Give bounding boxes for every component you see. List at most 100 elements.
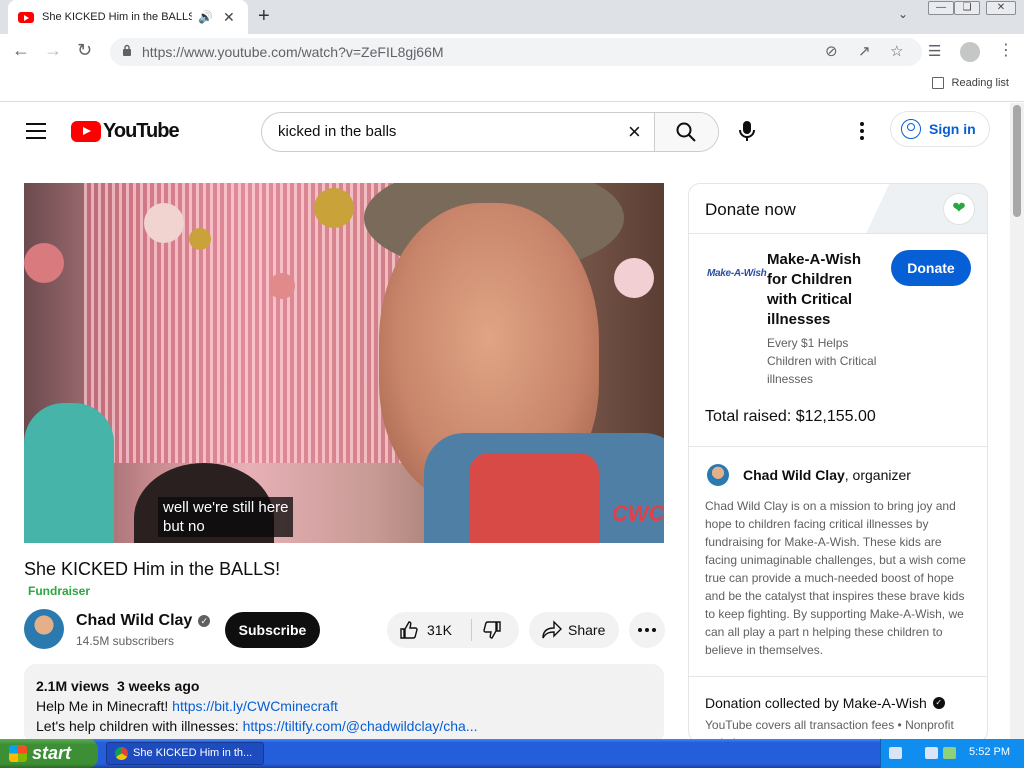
nonprofit-tagline: Every $1 Helps Children with Critical il… [767,336,877,386]
network-icon[interactable] [925,747,938,759]
url-text: https://www.youtube.com/watch?v=ZeFIL8gj… [142,44,444,60]
bookmark-star-icon[interactable]: ☆ [890,42,903,60]
video-balloon [24,243,64,283]
upload-age: 3 weeks ago [116,678,200,694]
like-dislike-group: 31K [387,612,519,648]
video-player[interactable]: well we're still here but no CWC [24,183,664,543]
browser-toolbar: ← → ↻ https://www.youtube.com/watch?v=Ze… [0,34,1024,70]
system-tray: 5:52 PM [880,739,1024,768]
start-button[interactable]: start [0,739,98,768]
channel-name-link[interactable]: Chad Wild Clay ✓ [76,612,211,630]
description-text: Let's help children with illnesses: [36,718,243,734]
subscribe-button[interactable]: Subscribe [225,612,320,648]
share-page-icon[interactable]: ↗ [858,42,871,60]
youtube-favicon-icon [18,11,34,23]
donate-header-title: Donate now [705,200,796,219]
nonprofit-name: Make-A-Wish for Children with Critical i… [767,251,862,328]
close-window-button[interactable]: ✕ [986,1,1016,15]
like-divider [471,619,472,641]
media-control-icon[interactable]: ☰ [928,42,941,60]
settings-menu-icon[interactable] [860,122,864,143]
tab-search-chevron-icon[interactable]: ⌄ [898,7,908,21]
bookmarks-bar: Reading list [0,70,1024,102]
profile-avatar-icon[interactable] [960,42,980,62]
verified-check-icon: ✓ [198,615,211,627]
tiltify-link[interactable]: https://tiltify.com/@chadwildclay/cha... [243,718,478,734]
speaker-tray-icon[interactable] [943,747,956,759]
make-a-wish-logo: Make-A-Wish [707,268,767,279]
search-button[interactable] [654,113,718,151]
heart-hand-icon: ❤ [943,193,975,225]
description-text: Help Me in Minecraft! [36,698,173,714]
video-caption: well we're still here but no [158,497,294,537]
donate-button[interactable]: Donate [891,250,971,286]
guide-menu-icon[interactable] [26,123,46,144]
collected-by-line: Donation collected by Make-A-Wish ✓ [705,695,945,711]
video-balloon [314,188,354,228]
youtube-wordmark: YouTube [103,120,180,142]
video-balloon [269,273,295,299]
dislike-button-icon[interactable] [482,620,502,640]
new-tab-button[interactable]: + [258,5,270,28]
video-balloon [189,228,211,250]
windows-flag-icon [9,745,27,762]
total-raised: Total raised: $12,155.00 [705,408,876,425]
chrome-icon [115,747,128,760]
subscriber-count: 14.5M subscribers [76,634,175,648]
taskbar-chrome-window[interactable]: She KICKED Him in th... [106,742,264,765]
search-icon [676,122,696,142]
forward-icon[interactable]: → [44,40,62,61]
minimize-button[interactable]: — [928,1,954,15]
speaker-icon[interactable]: 🔊 [198,10,213,24]
youtube-header: YouTube kicked in the balls × Sign in [0,103,1010,159]
fundraiser-badge[interactable]: Fundraiser [28,584,90,598]
start-label: start [32,743,72,763]
donate-header: Donate now ❤ [689,184,987,234]
tab-title: She KICKED Him in the BALLS! [42,11,192,23]
like-count[interactable]: 31K [427,622,452,638]
minecraft-link[interactable]: https://bit.ly/CWCminecraft [172,698,338,714]
back-icon[interactable]: ← [12,40,30,61]
youtube-logo[interactable]: YouTube [71,120,180,143]
page-scrollbar[interactable] [1010,103,1024,739]
like-button-icon[interactable] [399,620,419,640]
clear-search-icon[interactable]: × [628,119,641,145]
video-shirt [469,453,599,543]
youtube-play-icon [71,121,101,142]
sign-in-button[interactable]: Sign in [890,111,990,147]
address-bar[interactable]: https://www.youtube.com/watch?v=ZeFIL8gj… [110,38,922,66]
scrollbar-thumb[interactable] [1013,105,1021,217]
organizer-line: Chad Wild Clay, organizer [743,467,911,483]
organizer-role: , organizer [844,467,911,483]
fundraiser-story: Chad Wild Clay is on a mission to bring … [705,499,966,657]
tracking-protection-icon[interactable]: ⊘ [825,42,838,60]
share-arrow-icon [542,620,562,639]
more-actions-button[interactable] [629,612,665,648]
keyboard-icon[interactable] [889,747,902,759]
channel-watermark-logo[interactable]: CWC [612,501,664,527]
caption-line: well we're still here [163,499,289,516]
taskbar-window-title: She KICKED Him in th... [133,747,253,759]
verified-check-icon: ✓ [932,697,945,709]
video-balloon [614,258,654,298]
browser-tab[interactable]: She KICKED Him in the BALLS! 🔊 ✕ [8,0,248,34]
voice-search-icon[interactable] [738,120,756,142]
channel-name: Chad Wild Clay [76,612,193,629]
chrome-menu-icon[interactable]: ⋮ [998,40,1014,60]
collected-by-text: Donation collected by Make-A-Wish [705,695,927,711]
organizer-avatar [707,464,729,486]
search-box[interactable]: kicked in the balls × [261,112,719,152]
reload-icon[interactable]: ↻ [77,40,92,61]
video-description[interactable]: 2.1M views 3 weeks ago Help Me in Minecr… [24,664,664,744]
account-icon [901,119,921,139]
channel-avatar[interactable] [24,609,64,649]
video-background [84,183,404,463]
reading-list-button[interactable]: Reading list [931,77,1009,89]
clock: 5:52 PM [969,746,1010,758]
share-button[interactable]: Share [529,612,619,648]
close-tab-icon[interactable]: ✕ [223,9,235,26]
video-balloon [144,203,184,243]
video-person-left [24,403,114,543]
restore-button[interactable]: ❏ [954,1,980,15]
search-input[interactable]: kicked in the balls [278,123,396,140]
